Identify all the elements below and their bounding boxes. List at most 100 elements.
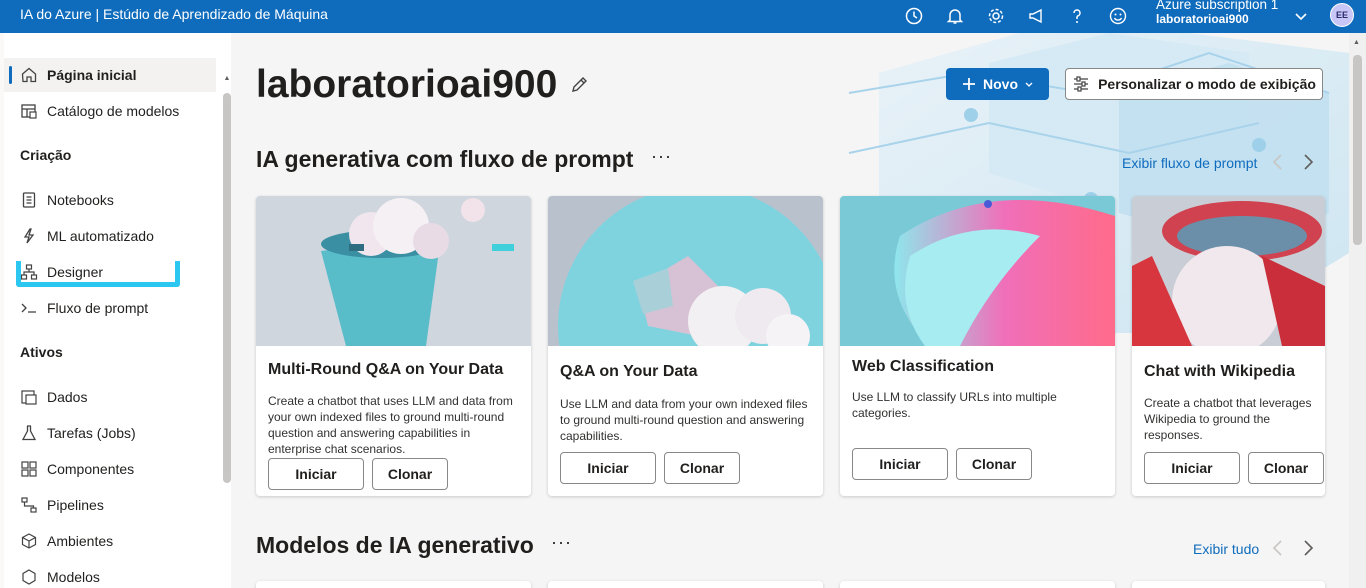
clone-button[interactable]: Clonar bbox=[372, 458, 448, 490]
environment-icon bbox=[21, 533, 37, 549]
scroll-up-icon[interactable]: ▲ bbox=[223, 75, 231, 83]
sidebar-item-prompt-flow[interactable]: Fluxo de prompt bbox=[4, 291, 216, 325]
workspace-name: laboratorioai900 bbox=[1156, 12, 1249, 26]
sidebar-item-label: Dados bbox=[47, 389, 88, 405]
customize-view-label: Personalizar o modo de exibição bbox=[1098, 76, 1316, 92]
model-card[interactable] bbox=[840, 581, 1115, 588]
smiley-icon[interactable] bbox=[1106, 4, 1130, 28]
settings-sliders-icon bbox=[1074, 76, 1089, 92]
chevron-down-icon[interactable] bbox=[1289, 4, 1313, 28]
sidebar-item-label: ML automatizado bbox=[47, 228, 154, 244]
card-title: Chat with Wikipedia bbox=[1144, 363, 1295, 380]
automl-icon bbox=[23, 228, 35, 244]
new-button-label: Novo bbox=[983, 76, 1018, 92]
help-icon[interactable] bbox=[1065, 4, 1089, 28]
section-title-prompt-flow: IA generativa com fluxo de prompt bbox=[256, 146, 634, 172]
sidebar-item-environments[interactable]: Ambientes bbox=[4, 524, 216, 558]
bell-icon[interactable] bbox=[943, 4, 967, 28]
chevron-right-icon[interactable] bbox=[1298, 538, 1318, 558]
edit-icon[interactable] bbox=[569, 75, 589, 95]
notebook-icon bbox=[22, 192, 36, 208]
chevron-left-icon[interactable] bbox=[1268, 538, 1288, 558]
card-title: Multi-Round Q&A on Your Data bbox=[268, 361, 504, 378]
sidebar-item-label: Ambientes bbox=[47, 533, 114, 549]
new-button[interactable]: Novo bbox=[946, 68, 1049, 100]
scrollbar-thumb[interactable] bbox=[1353, 55, 1362, 245]
model-card[interactable] bbox=[256, 581, 531, 588]
chevron-left-icon[interactable] bbox=[1268, 152, 1288, 172]
avatar[interactable]: EE bbox=[1330, 3, 1354, 27]
pipeline-icon bbox=[21, 497, 37, 513]
subscription-selector[interactable]: Azure subscription 1 laboratorioai900 bbox=[1156, 0, 1278, 27]
clone-button[interactable]: Clonar bbox=[1248, 452, 1324, 484]
card-description: Create a chatbot that uses LLM and data … bbox=[268, 394, 513, 456]
card-description: Use LLM to classify URLs into multiple c… bbox=[852, 390, 1057, 420]
sidebar-item-home[interactable]: Página inicial bbox=[4, 58, 216, 92]
card-image bbox=[256, 196, 531, 346]
sidebar: Página inicial Catálogo de modelos Criaç… bbox=[4, 33, 231, 588]
megaphone-icon[interactable] bbox=[1025, 4, 1049, 28]
card-title: Q&A on Your Data bbox=[560, 363, 698, 380]
home-icon bbox=[21, 67, 37, 83]
app-title[interactable]: IA do Azure | Estúdio de Aprendizado de … bbox=[20, 6, 328, 22]
model-card[interactable] bbox=[1132, 581, 1325, 588]
view-prompt-flow-link[interactable]: Exibir fluxo de prompt bbox=[1122, 155, 1257, 171]
sidebar-item-label: Notebooks bbox=[47, 192, 114, 208]
sidebar-item-models[interactable]: Modelos bbox=[4, 560, 216, 588]
catalog-icon bbox=[21, 104, 37, 119]
card-image bbox=[1132, 196, 1325, 346]
plus-icon bbox=[963, 78, 975, 90]
section-assets: Ativos bbox=[20, 344, 63, 360]
clock-icon[interactable] bbox=[902, 4, 926, 28]
card-chat-wikipedia[interactable]: Chat with Wikipedia Create a chatbot tha… bbox=[1132, 196, 1325, 496]
gear-icon[interactable] bbox=[984, 4, 1008, 28]
sidebar-item-label: Tarefas (Jobs) bbox=[47, 425, 136, 441]
main-content: laboratorioai900 Novo Personalizar o mod… bbox=[231, 33, 1349, 588]
card-title: Web Classification bbox=[852, 358, 994, 375]
start-button[interactable]: Iniciar bbox=[560, 452, 656, 484]
chevron-right-icon[interactable] bbox=[1298, 152, 1318, 172]
model-icon bbox=[22, 569, 36, 585]
card-qa-on-data[interactable]: Q&A on Your Data Use LLM and data from y… bbox=[548, 196, 823, 496]
sidebar-item-automl[interactable]: ML automatizado bbox=[4, 219, 216, 253]
components-icon bbox=[21, 461, 37, 477]
top-bar: IA do Azure | Estúdio de Aprendizado de … bbox=[0, 0, 1366, 33]
sidebar-item-model-catalog[interactable]: Catálogo de modelos bbox=[4, 94, 216, 128]
flask-icon bbox=[21, 425, 37, 441]
view-all-link[interactable]: Exibir tudo bbox=[1193, 541, 1259, 557]
sidebar-item-label: Página inicial bbox=[47, 67, 137, 83]
card-image bbox=[840, 196, 1115, 346]
sidebar-item-label: Componentes bbox=[47, 461, 135, 477]
model-card[interactable] bbox=[548, 581, 823, 588]
subscription-name: Azure subscription 1 bbox=[1156, 0, 1279, 12]
card-description: Create a chatbot that leverages Wikipedi… bbox=[1144, 396, 1312, 442]
customize-view-button[interactable]: Personalizar o modo de exibição bbox=[1065, 68, 1323, 100]
main-scrollbar[interactable]: ▲ bbox=[1349, 33, 1366, 588]
sidebar-item-components[interactable]: Componentes bbox=[4, 452, 216, 486]
sidebar-item-pipelines[interactable]: Pipelines bbox=[4, 488, 216, 522]
sidebar-scrollbar[interactable] bbox=[223, 93, 231, 483]
clone-button[interactable]: Clonar bbox=[956, 448, 1032, 480]
more-options-icon[interactable]: ··· bbox=[551, 532, 572, 553]
sidebar-item-jobs[interactable]: Tarefas (Jobs) bbox=[4, 416, 216, 450]
clone-button[interactable]: Clonar bbox=[664, 452, 740, 484]
section-creation: Criação bbox=[20, 147, 72, 163]
start-button[interactable]: Iniciar bbox=[852, 448, 948, 480]
workspace-title: laboratorioai900 bbox=[256, 63, 558, 106]
annotation-highlight bbox=[16, 261, 180, 287]
more-options-icon[interactable]: ··· bbox=[651, 146, 672, 167]
sidebar-item-label: Modelos bbox=[47, 569, 100, 585]
data-icon bbox=[21, 390, 37, 405]
prompt-icon bbox=[21, 303, 36, 313]
start-button[interactable]: Iniciar bbox=[1144, 452, 1240, 484]
card-description: Use LLM and data from your own indexed f… bbox=[560, 397, 808, 443]
start-button[interactable]: Iniciar bbox=[268, 458, 364, 490]
scroll-up-icon[interactable]: ▲ bbox=[1353, 39, 1360, 46]
chevron-down-icon bbox=[1025, 82, 1033, 87]
sidebar-item-data[interactable]: Dados bbox=[4, 380, 216, 414]
sidebar-item-notebooks[interactable]: Notebooks bbox=[4, 183, 216, 217]
card-web-classification[interactable]: Web Classification Use LLM to classify U… bbox=[840, 196, 1115, 496]
card-multi-round-qa[interactable]: Multi-Round Q&A on Your Data Create a ch… bbox=[256, 196, 531, 496]
sidebar-item-label: Catálogo de modelos bbox=[47, 103, 180, 119]
section-title-generative-models: Modelos de IA generativo bbox=[256, 532, 534, 558]
